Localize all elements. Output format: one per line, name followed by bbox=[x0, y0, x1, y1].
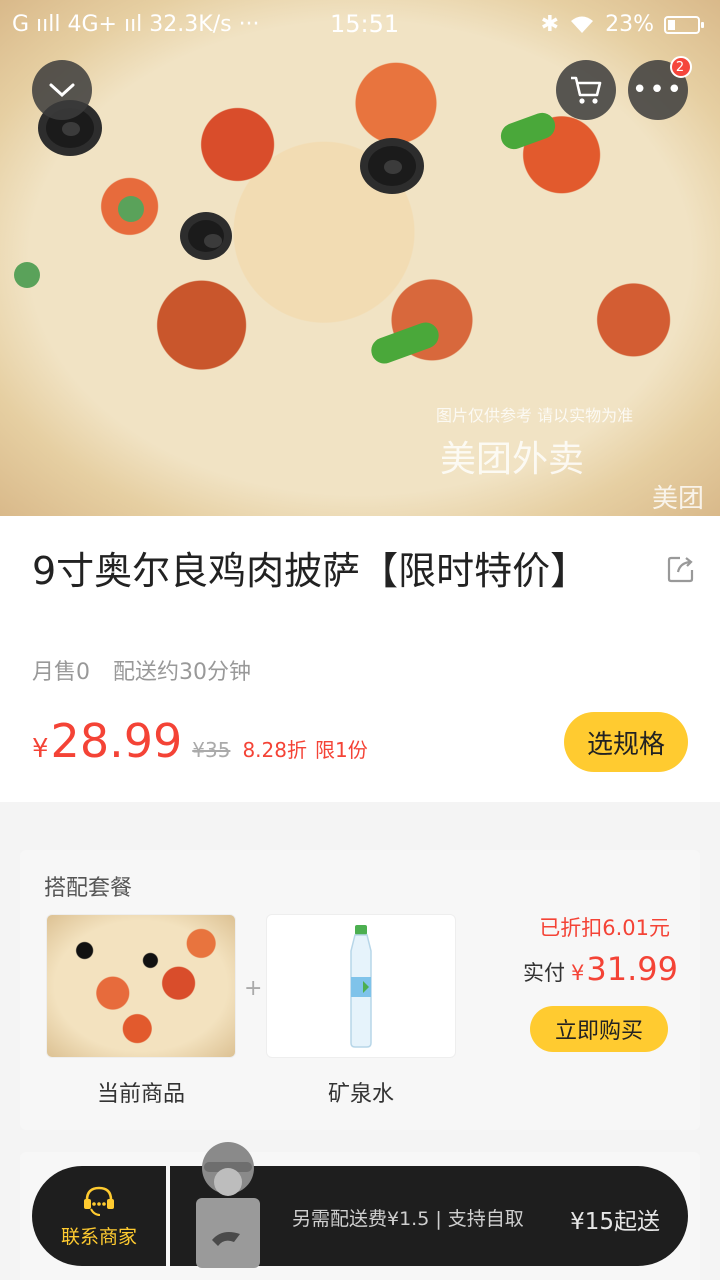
original-price: ¥35 bbox=[192, 738, 231, 762]
current-product-thumbnail[interactable] bbox=[46, 914, 236, 1058]
clock: 15:51 bbox=[330, 10, 400, 38]
purchase-limit: 限1份 bbox=[314, 738, 368, 762]
courier-mascot-icon bbox=[196, 1142, 260, 1268]
price-currency: ¥ bbox=[32, 734, 49, 764]
price-row: ¥ 28.99 ¥35 8.28折 限1份 bbox=[32, 714, 368, 768]
combo-title: 搭配套餐 bbox=[44, 876, 133, 901]
plus-icon: + bbox=[244, 976, 263, 1001]
pay-amount: 31.99 bbox=[586, 950, 678, 988]
discount-rate: 8.28折 bbox=[242, 738, 307, 762]
current-product-label: 当前商品 bbox=[96, 1082, 185, 1107]
watermark-brand: 美团外卖 bbox=[440, 439, 585, 480]
current-price: 28.99 bbox=[50, 714, 183, 768]
select-spec-button[interactable]: 选规格 bbox=[564, 712, 688, 772]
monthly-sales: 月售0 bbox=[32, 660, 90, 685]
pepper-topping bbox=[367, 318, 443, 368]
min-order-amount: ¥15起送 bbox=[570, 1209, 660, 1235]
chat-headset-icon bbox=[84, 1186, 114, 1216]
notification-badge: 2 bbox=[670, 56, 692, 78]
product-info-section: 9寸奥尔良鸡肉披萨【限时特价】 月售0 配送约30分钟 ¥ 28.99 ¥35 … bbox=[0, 516, 720, 802]
product-title: 9寸奥尔良鸡肉披萨【限时特价】 bbox=[32, 549, 589, 593]
share-icon[interactable] bbox=[666, 554, 696, 584]
cart-button[interactable] bbox=[556, 60, 616, 120]
contact-merchant-button[interactable]: 联系商家 bbox=[32, 1166, 166, 1266]
chevron-down-icon bbox=[49, 83, 75, 98]
wifi-icon bbox=[571, 16, 594, 33]
contact-merchant-label: 联系商家 bbox=[60, 1225, 137, 1248]
buy-now-button[interactable]: 立即购买 bbox=[530, 1006, 668, 1052]
watermark-corner: 美团 bbox=[652, 484, 705, 514]
combo-package-card: 搭配套餐 + 当前商品 矿泉水 已折扣6.01元 实付 ¥ 31.99 立即购买 bbox=[20, 850, 700, 1130]
olive-topping bbox=[360, 138, 424, 194]
mineral-water-label: 矿泉水 bbox=[327, 1082, 394, 1107]
water-bottle-image bbox=[350, 925, 372, 1048]
pepper-topping bbox=[497, 109, 559, 153]
bluetooth-icon: ✱ bbox=[540, 12, 560, 37]
combo-savings: 已折扣6.01元 bbox=[539, 916, 670, 940]
product-meta: 月售0 配送约30分钟 bbox=[32, 654, 251, 686]
pay-label: 实付 bbox=[523, 961, 566, 985]
battery-icon bbox=[664, 15, 704, 34]
olive-topping bbox=[180, 212, 232, 260]
delivery-time: 配送约30分钟 bbox=[113, 660, 251, 685]
more-dots-icon: ••• bbox=[631, 75, 684, 105]
collapse-button[interactable] bbox=[32, 60, 92, 120]
pay-currency: ¥ bbox=[571, 961, 585, 985]
watermark-disclaimer: 图片仅供参考 请以实物为准 bbox=[436, 406, 634, 425]
product-detail-page: 图片仅供参考 请以实物为准 美团外卖 美团 G ııll 4G+ ııl 32.… bbox=[0, 0, 720, 1280]
cart-icon bbox=[571, 76, 602, 104]
mineral-water-thumbnail[interactable] bbox=[266, 914, 456, 1058]
pea-topping bbox=[118, 196, 144, 222]
delivery-fee-info: 另需配送费¥1.5 | 支持自取 bbox=[292, 1208, 524, 1230]
combo-pay-row: 实付 ¥ 31.99 bbox=[523, 950, 678, 988]
status-right: ✱ 23% bbox=[540, 12, 704, 37]
network-status: G ııll 4G+ ııl 32.3K/s ··· bbox=[12, 12, 260, 37]
status-bar: G ııll 4G+ ııl 32.3K/s ··· 15:51 ✱ 23% bbox=[0, 0, 720, 48]
battery-percent: 23% bbox=[605, 12, 654, 37]
more-button[interactable]: ••• 2 bbox=[628, 56, 692, 120]
pea-topping bbox=[14, 262, 40, 288]
